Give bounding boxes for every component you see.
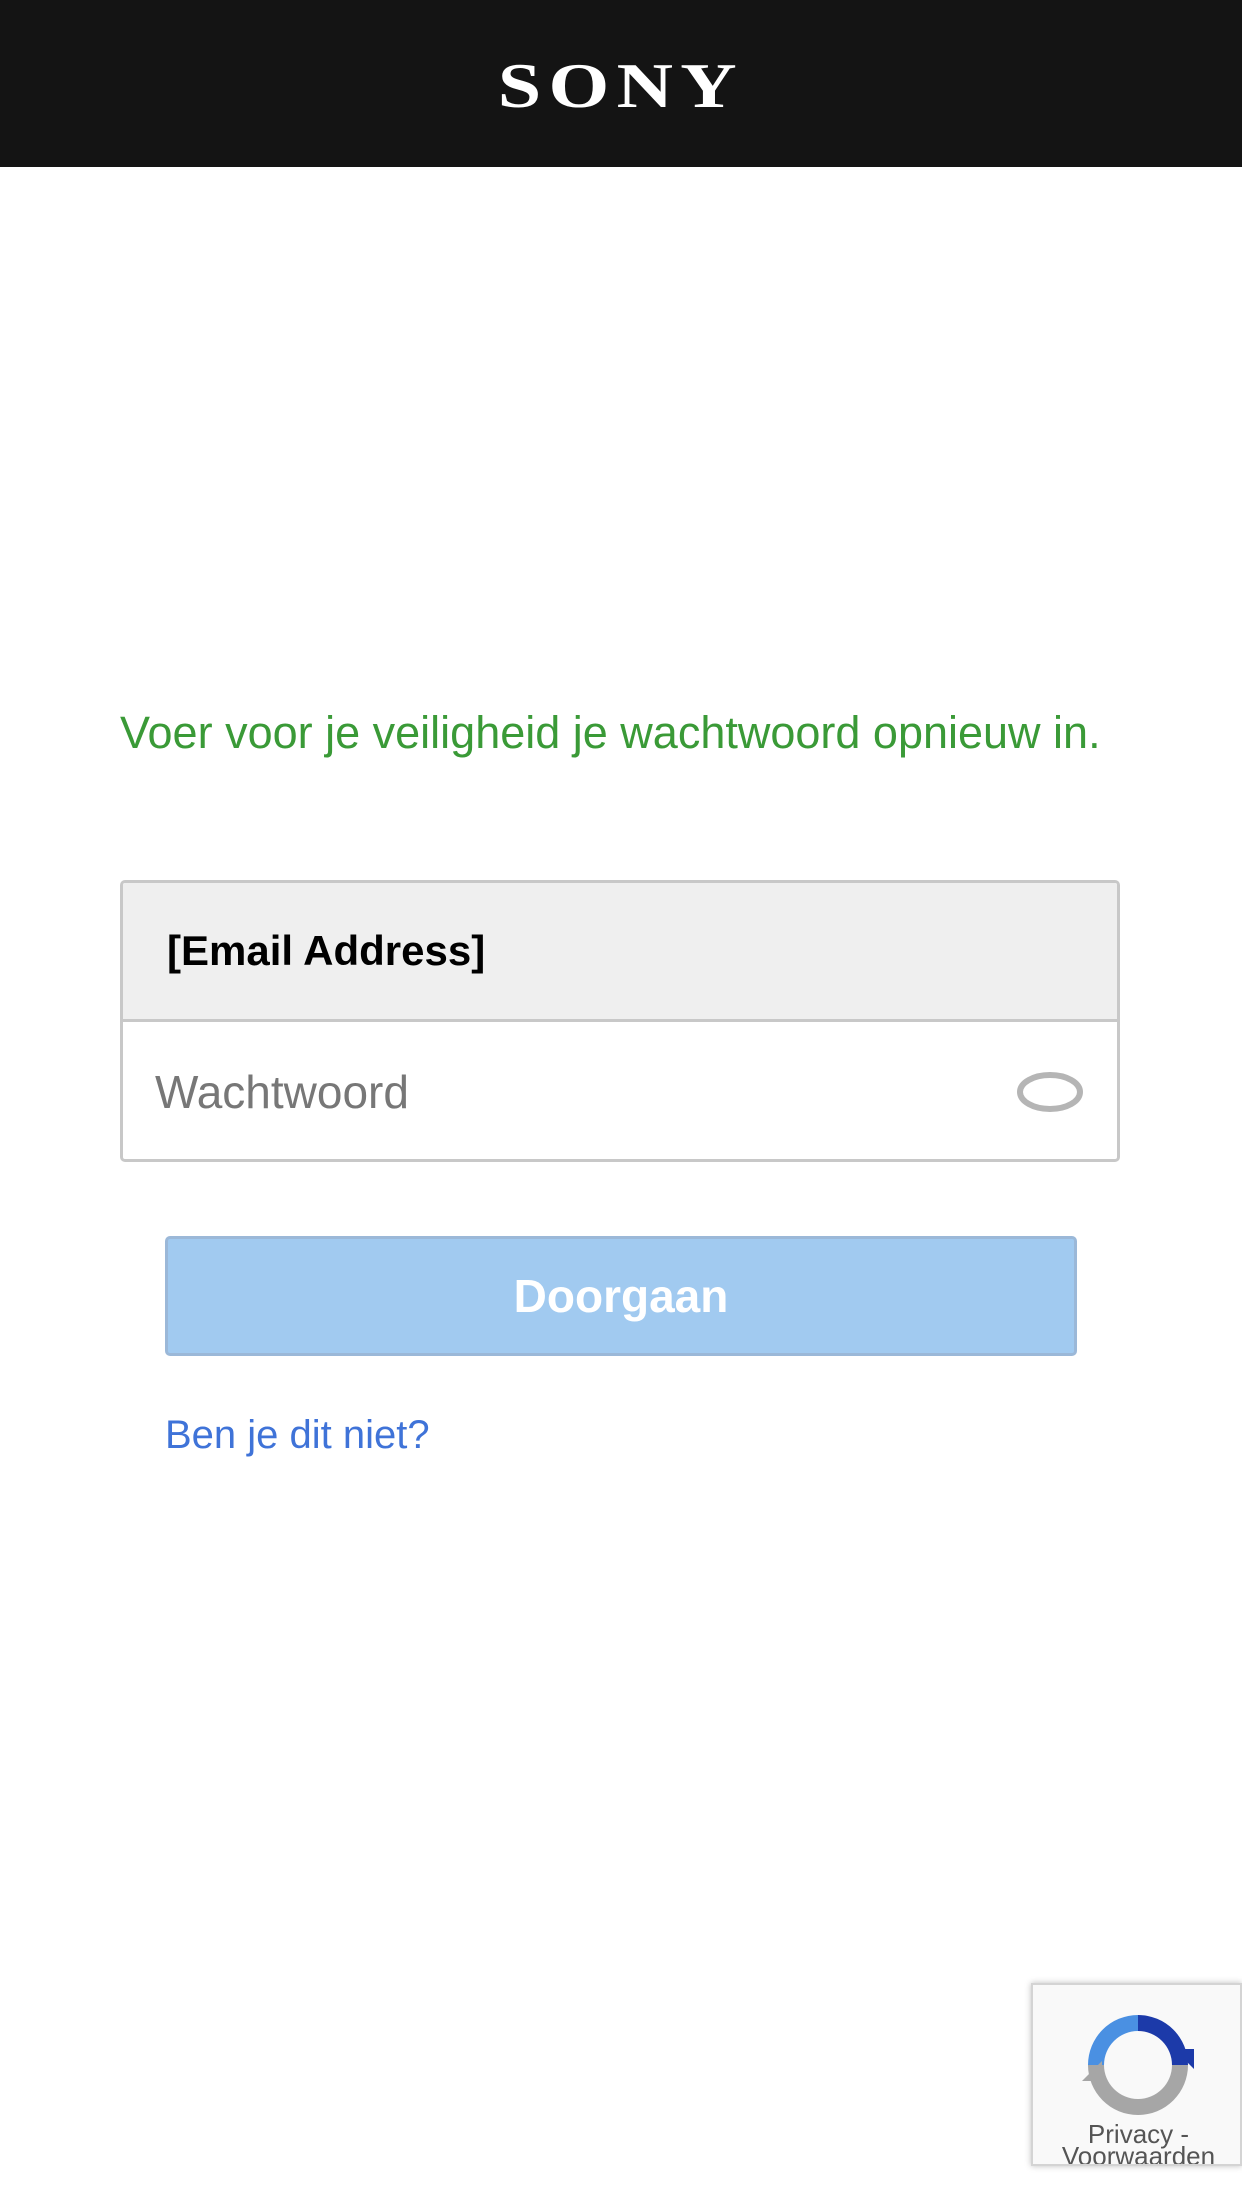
email-value: [Email Address] <box>167 927 486 974</box>
security-notice: Voer voor je veiligheid je wachtwoord op… <box>120 707 1101 758</box>
eye-icon[interactable] <box>1017 1070 1083 1114</box>
recaptcha-logo-icon <box>1082 2015 1194 2115</box>
recaptcha-links: Privacy - Voorwaarden <box>1033 2121 1240 2164</box>
sony-logo: SONY <box>497 49 745 121</box>
not-you-link[interactable]: Ben je dit niet? <box>165 1413 430 1458</box>
recaptcha-badge[interactable]: Privacy - Voorwaarden <box>1031 1983 1242 2166</box>
email-display: [Email Address] <box>123 883 1117 1022</box>
login-page: SONY Voer voor je veiligheid je wachtwoo… <box>0 0 1242 2208</box>
login-form: [Email Address] <box>120 880 1120 1162</box>
password-row <box>123 1022 1117 1159</box>
header-bar: SONY <box>0 0 1242 167</box>
continue-button[interactable]: Doorgaan <box>165 1236 1077 1356</box>
recaptcha-terms-link[interactable]: Voorwaarden <box>1033 2143 1240 2164</box>
password-input[interactable] <box>153 1064 1017 1120</box>
